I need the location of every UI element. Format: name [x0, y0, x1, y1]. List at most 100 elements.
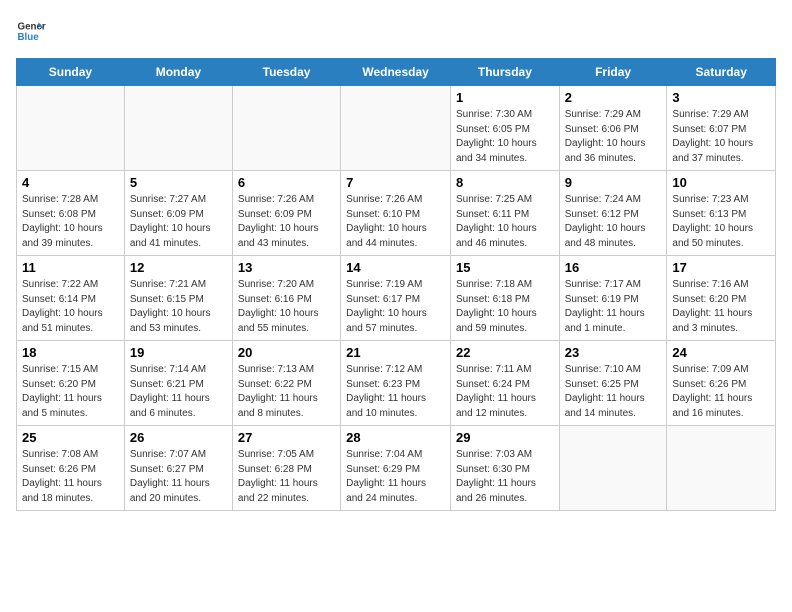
day-number: 10 — [672, 175, 770, 190]
day-number: 29 — [456, 430, 554, 445]
header: General Blue — [16, 16, 776, 46]
day-header-saturday: Saturday — [667, 59, 776, 86]
day-number: 3 — [672, 90, 770, 105]
day-number: 12 — [130, 260, 227, 275]
calendar-cell — [124, 86, 232, 171]
calendar-cell — [232, 86, 340, 171]
calendar-cell: 5 Sunrise: 7:27 AM Sunset: 6:09 PM Daylig… — [124, 171, 232, 256]
day-info: Sunrise: 7:24 AM Sunset: 6:12 PM Dayligh… — [565, 193, 662, 251]
calendar-cell: 29 Sunrise: 7:03 AM Sunset: 6:30 PM Dayli… — [450, 426, 559, 511]
day-info: Sunrise: 7:17 AM Sunset: 6:19 PM Dayligh… — [565, 278, 662, 336]
day-info: Sunrise: 7:07 AM Sunset: 6:27 PM Dayligh… — [130, 448, 227, 506]
day-info: Sunrise: 7:20 AM Sunset: 6:16 PM Dayligh… — [238, 278, 335, 336]
calendar-week-2: 4 Sunrise: 7:28 AM Sunset: 6:08 PM Daylig… — [17, 171, 776, 256]
calendar-cell: 17 Sunrise: 7:16 AM Sunset: 6:20 PM Dayli… — [667, 256, 776, 341]
day-number: 6 — [238, 175, 335, 190]
day-number: 4 — [22, 175, 119, 190]
calendar-week-1: 1 Sunrise: 7:30 AM Sunset: 6:05 PM Daylig… — [17, 86, 776, 171]
day-info: Sunrise: 7:18 AM Sunset: 6:18 PM Dayligh… — [456, 278, 554, 336]
calendar-cell: 3 Sunrise: 7:29 AM Sunset: 6:07 PM Daylig… — [667, 86, 776, 171]
day-info: Sunrise: 7:09 AM Sunset: 6:26 PM Dayligh… — [672, 363, 770, 421]
svg-text:Blue: Blue — [18, 32, 40, 43]
day-number: 22 — [456, 345, 554, 360]
day-info: Sunrise: 7:26 AM Sunset: 6:09 PM Dayligh… — [238, 193, 335, 251]
day-number: 21 — [346, 345, 445, 360]
day-number: 1 — [456, 90, 554, 105]
day-info: Sunrise: 7:29 AM Sunset: 6:06 PM Dayligh… — [565, 108, 662, 166]
calendar-cell: 13 Sunrise: 7:20 AM Sunset: 6:16 PM Dayli… — [232, 256, 340, 341]
calendar-cell: 15Sunrise: 7:18 AM Sunset: 6:18 PM Dayli… — [450, 256, 559, 341]
day-info: Sunrise: 7:19 AM Sunset: 6:17 PM Dayligh… — [346, 278, 445, 336]
calendar-cell: 8 Sunrise: 7:25 AM Sunset: 6:11 PM Daylig… — [450, 171, 559, 256]
day-info: Sunrise: 7:22 AM Sunset: 6:14 PM Dayligh… — [22, 278, 119, 336]
calendar-header-row: SundayMondayTuesdayWednesdayThursdayFrid… — [17, 59, 776, 86]
calendar-cell: 9 Sunrise: 7:24 AM Sunset: 6:12 PM Daylig… — [559, 171, 667, 256]
day-number: 5 — [130, 175, 227, 190]
calendar-week-4: 18 Sunrise: 7:15 AM Sunset: 6:20 PM Dayli… — [17, 341, 776, 426]
day-info: Sunrise: 7:10 AM Sunset: 6:25 PM Dayligh… — [565, 363, 662, 421]
calendar-cell: 10 Sunrise: 7:23 AM Sunset: 6:13 PM Dayli… — [667, 171, 776, 256]
calendar-body: 1 Sunrise: 7:30 AM Sunset: 6:05 PM Daylig… — [17, 86, 776, 511]
day-header-friday: Friday — [559, 59, 667, 86]
day-header-tuesday: Tuesday — [232, 59, 340, 86]
calendar-cell: 7 Sunrise: 7:26 AM Sunset: 6:10 PM Daylig… — [341, 171, 451, 256]
day-number: 17 — [672, 260, 770, 275]
day-info: Sunrise: 7:04 AM Sunset: 6:29 PM Dayligh… — [346, 448, 445, 506]
calendar-cell: 21 Sunrise: 7:12 AM Sunset: 6:23 PM Dayli… — [341, 341, 451, 426]
calendar-cell: 6 Sunrise: 7:26 AM Sunset: 6:09 PM Daylig… — [232, 171, 340, 256]
day-number: 8 — [456, 175, 554, 190]
day-info: Sunrise: 7:26 AM Sunset: 6:10 PM Dayligh… — [346, 193, 445, 251]
day-info: Sunrise: 7:14 AM Sunset: 6:21 PM Dayligh… — [130, 363, 227, 421]
calendar-week-5: 25 Sunrise: 7:08 AM Sunset: 6:26 PM Dayli… — [17, 426, 776, 511]
calendar-cell — [559, 426, 667, 511]
calendar-cell: 2Sunrise: 7:29 AM Sunset: 6:06 PM Daylig… — [559, 86, 667, 171]
day-number: 25 — [22, 430, 119, 445]
calendar-cell — [341, 86, 451, 171]
calendar-cell: 25 Sunrise: 7:08 AM Sunset: 6:26 PM Dayli… — [17, 426, 125, 511]
day-info: Sunrise: 7:25 AM Sunset: 6:11 PM Dayligh… — [456, 193, 554, 251]
day-header-wednesday: Wednesday — [341, 59, 451, 86]
day-header-monday: Monday — [124, 59, 232, 86]
day-info: Sunrise: 7:13 AM Sunset: 6:22 PM Dayligh… — [238, 363, 335, 421]
day-number: 14 — [346, 260, 445, 275]
calendar-cell: 28 Sunrise: 7:04 AM Sunset: 6:29 PM Dayli… — [341, 426, 451, 511]
calendar-cell: 18 Sunrise: 7:15 AM Sunset: 6:20 PM Dayli… — [17, 341, 125, 426]
day-info: Sunrise: 7:08 AM Sunset: 6:26 PM Dayligh… — [22, 448, 119, 506]
day-info: Sunrise: 7:23 AM Sunset: 6:13 PM Dayligh… — [672, 193, 770, 251]
day-number: 7 — [346, 175, 445, 190]
day-number: 20 — [238, 345, 335, 360]
calendar-cell: 26 Sunrise: 7:07 AM Sunset: 6:27 PM Dayli… — [124, 426, 232, 511]
calendar-cell: 12 Sunrise: 7:21 AM Sunset: 6:15 PM Dayli… — [124, 256, 232, 341]
day-number: 28 — [346, 430, 445, 445]
day-header-thursday: Thursday — [450, 59, 559, 86]
day-number: 27 — [238, 430, 335, 445]
day-info: Sunrise: 7:27 AM Sunset: 6:09 PM Dayligh… — [130, 193, 227, 251]
logo-icon: General Blue — [16, 16, 46, 46]
calendar-cell: 1 Sunrise: 7:30 AM Sunset: 6:05 PM Daylig… — [450, 86, 559, 171]
calendar-cell — [17, 86, 125, 171]
day-info: Sunrise: 7:28 AM Sunset: 6:08 PM Dayligh… — [22, 193, 119, 251]
day-number: 13 — [238, 260, 335, 275]
calendar-cell: 16 Sunrise: 7:17 AM Sunset: 6:19 PM Dayli… — [559, 256, 667, 341]
calendar-cell: 23 Sunrise: 7:10 AM Sunset: 6:25 PM Dayli… — [559, 341, 667, 426]
calendar-cell: 14 Sunrise: 7:19 AM Sunset: 6:17 PM Dayli… — [341, 256, 451, 341]
day-number: 9 — [565, 175, 662, 190]
day-number: 18 — [22, 345, 119, 360]
day-number: 23 — [565, 345, 662, 360]
day-info: Sunrise: 7:29 AM Sunset: 6:07 PM Dayligh… — [672, 108, 770, 166]
day-info: Sunrise: 7:15 AM Sunset: 6:20 PM Dayligh… — [22, 363, 119, 421]
calendar-cell: 20 Sunrise: 7:13 AM Sunset: 6:22 PM Dayli… — [232, 341, 340, 426]
calendar-table: SundayMondayTuesdayWednesdayThursdayFrid… — [16, 58, 776, 511]
day-info: Sunrise: 7:16 AM Sunset: 6:20 PM Dayligh… — [672, 278, 770, 336]
day-number: 16 — [565, 260, 662, 275]
calendar-cell: 4 Sunrise: 7:28 AM Sunset: 6:08 PM Daylig… — [17, 171, 125, 256]
calendar-week-3: 11Sunrise: 7:22 AM Sunset: 6:14 PM Dayli… — [17, 256, 776, 341]
day-info: Sunrise: 7:21 AM Sunset: 6:15 PM Dayligh… — [130, 278, 227, 336]
day-number: 26 — [130, 430, 227, 445]
day-header-sunday: Sunday — [17, 59, 125, 86]
day-info: Sunrise: 7:05 AM Sunset: 6:28 PM Dayligh… — [238, 448, 335, 506]
logo: General Blue — [16, 16, 50, 46]
day-info: Sunrise: 7:30 AM Sunset: 6:05 PM Dayligh… — [456, 108, 554, 166]
day-info: Sunrise: 7:03 AM Sunset: 6:30 PM Dayligh… — [456, 448, 554, 506]
day-info: Sunrise: 7:12 AM Sunset: 6:23 PM Dayligh… — [346, 363, 445, 421]
